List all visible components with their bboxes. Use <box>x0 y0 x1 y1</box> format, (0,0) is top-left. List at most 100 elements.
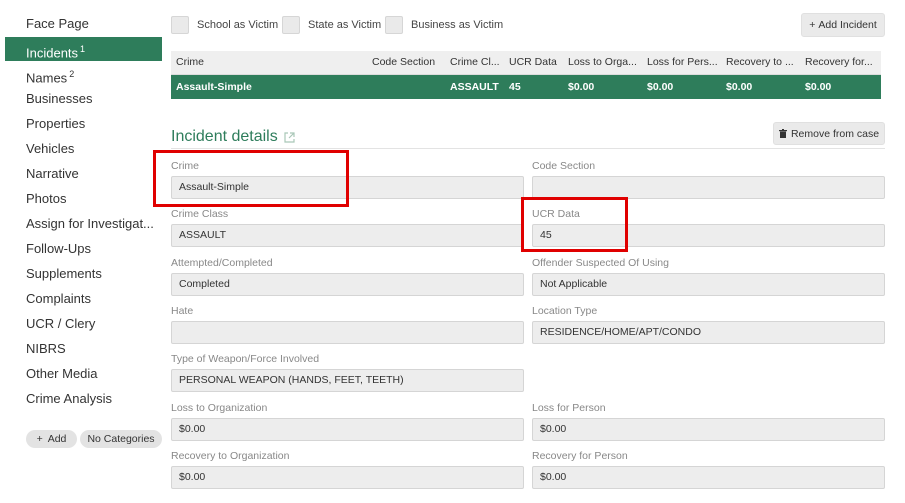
checkbox-label: State as Victim <box>308 19 382 31</box>
field-label: UCR Data <box>532 208 580 220</box>
add-incident-button[interactable]: + Add Incident <box>801 13 885 37</box>
sidebar-item-label: Photos <box>26 191 67 206</box>
remove-label: Remove from case <box>790 127 880 140</box>
sidebar-item-businesses[interactable]: Businesses <box>5 87 162 111</box>
sidebar-item-label: Businesses <box>26 91 93 106</box>
field-label: Crime <box>171 160 199 172</box>
sidebar-item-other-media[interactable]: Other Media <box>5 362 162 386</box>
sidebar-item-label: NIBRS <box>26 341 66 356</box>
sidebar: Face Page Incidents 1 Names 2 Businesses P… <box>0 0 165 503</box>
sidebar-item-label: UCR / Clery <box>26 316 96 331</box>
table-header: Crime Code Section Crime Cl... UCR Data … <box>171 51 881 75</box>
loss-to-organization-field[interactable]: $0.00 <box>171 418 524 441</box>
external-link-icon[interactable] <box>284 131 295 143</box>
field-label: Loss for Person <box>532 402 606 414</box>
checkbox-box[interactable] <box>282 16 300 34</box>
sidebar-item-nibrs[interactable]: NIBRS <box>5 337 162 361</box>
table-cell: ASSAULT <box>450 81 499 93</box>
trash-icon <box>778 129 787 138</box>
sidebar-item-label: Other Media <box>26 366 98 381</box>
sidebar-item-label: Crime Analysis <box>26 391 112 406</box>
sidebar-item-crime-analysis[interactable]: Crime Analysis <box>5 387 162 411</box>
offender-suspected-field[interactable]: Not Applicable <box>532 273 885 296</box>
table-cell: Assault-Simple <box>176 81 252 93</box>
table-cell: $0.00 <box>647 81 674 93</box>
count-badge: 2 <box>69 69 75 79</box>
field-label: Type of Weapon/Force Involved <box>171 353 320 365</box>
sidebar-item-label: Incidents <box>26 45 79 61</box>
weapon-force-field[interactable]: PERSONAL WEAPON (HANDS, FEET, TEETH) <box>171 369 524 392</box>
categories-label: No Categories <box>87 433 155 445</box>
table-cell: 45 <box>509 81 521 93</box>
sidebar-item-narrative[interactable]: Narrative <box>5 162 162 186</box>
crime-field[interactable]: Assault-Simple <box>171 176 524 199</box>
sidebar-item-label: Supplements <box>26 266 102 281</box>
plus-icon: + <box>809 19 816 31</box>
sidebar-item-properties[interactable]: Properties <box>5 112 162 136</box>
school-victim-checkbox[interactable]: School as Victim <box>171 16 278 34</box>
column-header[interactable]: Recovery for... <box>800 51 881 74</box>
column-header[interactable]: Loss to Orga... <box>563 51 642 74</box>
add-incident-label: Add Incident <box>818 19 877 31</box>
field-label: Crime Class <box>171 208 229 220</box>
add-label: Add <box>47 433 67 445</box>
table-cell <box>367 75 445 99</box>
sidebar-item-label: Complaints <box>26 291 92 306</box>
sidebar-item-label: Face Page <box>26 16 89 31</box>
checkbox-label: Business as Victim <box>411 19 504 31</box>
field-label: Attempted/Completed <box>171 257 273 269</box>
categories-badge[interactable]: No Categories <box>80 430 162 448</box>
field-label: Recovery for Person <box>532 450 628 462</box>
sidebar-item-label: Properties <box>26 116 86 131</box>
business-victim-checkbox[interactable]: Business as Victim <box>385 16 503 34</box>
column-header[interactable]: Crime <box>171 51 367 74</box>
sidebar-item-follow-ups[interactable]: Follow-Ups <box>5 237 162 261</box>
sidebar-item-face-page[interactable]: Face Page <box>5 12 162 36</box>
state-victim-checkbox[interactable]: State as Victim <box>282 16 381 34</box>
crime-class-field[interactable]: ASSAULT <box>171 224 524 247</box>
recovery-for-person-field[interactable]: $0.00 <box>532 466 885 489</box>
table-cell: $0.00 <box>568 81 595 93</box>
column-header[interactable]: Code Section <box>367 51 445 74</box>
location-type-field[interactable]: RESIDENCE/HOME/APT/CONDO <box>532 321 885 344</box>
loss-for-person-field[interactable]: $0.00 <box>532 418 885 441</box>
sidebar-item-assign-for-investigation[interactable]: Assign for Investigat... <box>5 212 162 236</box>
sidebar-item-vehicles[interactable]: Vehicles <box>5 137 162 161</box>
divider <box>171 148 885 149</box>
sidebar-item-incidents[interactable]: Incidents 1 <box>5 37 162 61</box>
sidebar-item-label: Vehicles <box>26 141 75 156</box>
ucr-data-field[interactable]: 45 <box>532 224 885 247</box>
sidebar-item-label: Names <box>26 70 68 86</box>
sidebar-item-label: Assign for Investigat... <box>26 216 154 231</box>
table-row[interactable]: Assault-Simple ASSAULT 45 $0.00 $0.00 $0… <box>171 75 881 99</box>
checkbox-box[interactable] <box>171 16 189 34</box>
plus-icon: + <box>36 433 43 445</box>
sidebar-item-label: Narrative <box>26 166 79 181</box>
sidebar-item-supplements[interactable]: Supplements <box>5 262 162 286</box>
table-cell: $0.00 <box>805 81 832 93</box>
sidebar-item-photos[interactable]: Photos <box>5 187 162 211</box>
checkbox-label: School as Victim <box>197 19 279 31</box>
code-section-field[interactable] <box>532 176 885 199</box>
remove-from-case-button[interactable]: Remove from case <box>773 122 885 145</box>
field-label: Offender Suspected Of Using <box>532 257 669 269</box>
field-label: Hate <box>171 305 194 317</box>
sidebar-item-names[interactable]: Names 2 <box>5 62 162 86</box>
add-category-button[interactable]: + Add <box>26 430 77 448</box>
column-header[interactable]: Recovery to ... <box>721 51 800 74</box>
sidebar-item-complaints[interactable]: Complaints <box>5 287 162 311</box>
checkbox-box[interactable] <box>385 16 403 34</box>
attempted-completed-field[interactable]: Completed <box>171 273 524 296</box>
sidebar-item-ucr-clery[interactable]: UCR / Clery <box>5 312 162 336</box>
column-header[interactable]: UCR Data <box>504 51 563 74</box>
incidents-table: Crime Code Section Crime Cl... UCR Data … <box>171 51 881 99</box>
recovery-to-organization-field[interactable]: $0.00 <box>171 466 524 489</box>
table-cell: $0.00 <box>726 81 753 93</box>
column-header[interactable]: Crime Cl... <box>445 51 504 74</box>
hate-field[interactable] <box>171 321 524 344</box>
column-header[interactable]: Loss for Pers... <box>642 51 721 74</box>
section-title: Incident details <box>171 128 295 146</box>
sidebar-item-label: Follow-Ups <box>26 241 92 256</box>
field-label: Code Section <box>532 160 596 172</box>
section-title-text: Incident details <box>171 128 278 145</box>
